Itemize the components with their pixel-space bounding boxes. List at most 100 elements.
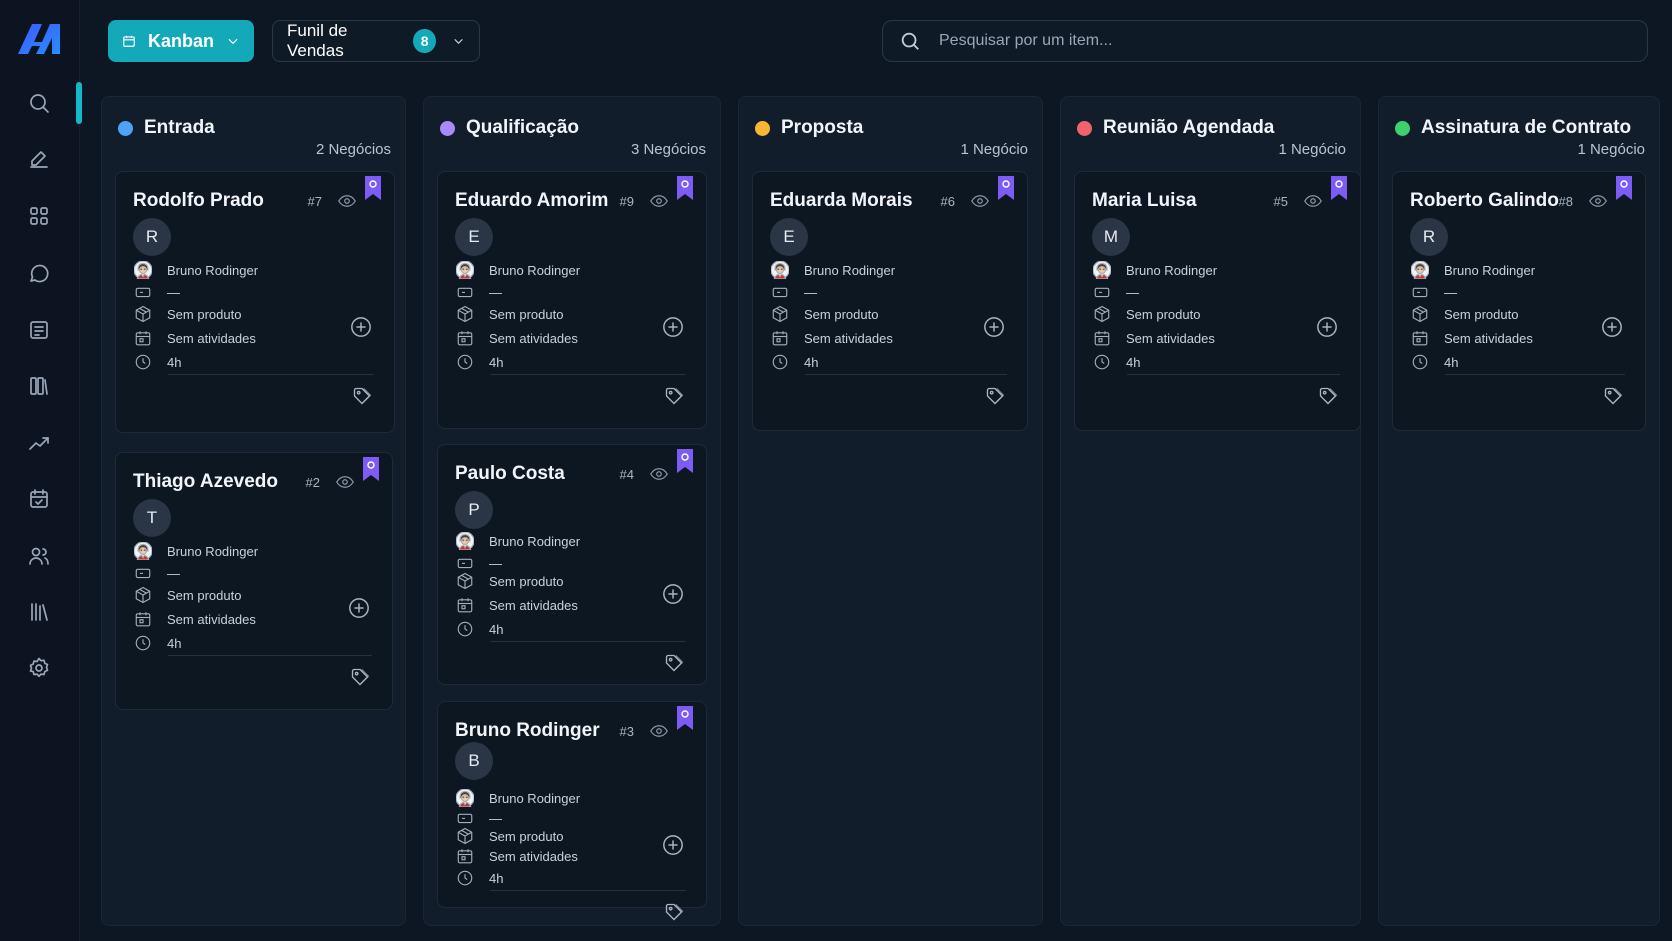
- product-text: Sem produto: [489, 573, 564, 589]
- trend-icon[interactable]: [24, 428, 54, 458]
- tag-icon[interactable]: [664, 386, 684, 406]
- deal-name[interactable]: Maria Luisa: [1092, 190, 1197, 212]
- card-icon: [455, 808, 475, 828]
- tag-icon[interactable]: [350, 667, 370, 687]
- bookmark-icon[interactable]: [676, 449, 694, 473]
- search-input[interactable]: [939, 32, 1589, 50]
- value-text: —: [489, 810, 502, 826]
- avatar: P: [455, 491, 493, 529]
- deal-name[interactable]: Eduardo Amorim: [455, 190, 608, 212]
- product-text: Sem produto: [489, 828, 564, 844]
- time-row: 4h: [455, 868, 503, 888]
- eye-icon[interactable]: [338, 194, 356, 208]
- deal-name[interactable]: Bruno Rodinger: [455, 720, 600, 742]
- eye-icon[interactable]: [971, 194, 989, 208]
- column-title: Proposta: [781, 117, 864, 138]
- settings-icon[interactable]: [24, 653, 54, 683]
- column-title: Reunião Agendada: [1103, 117, 1275, 138]
- time-row: 4h: [770, 352, 818, 372]
- activities-row: Sem atividades: [133, 328, 256, 348]
- tag-icon[interactable]: [664, 902, 684, 922]
- add-activity-button[interactable]: [348, 597, 370, 619]
- deal-name[interactable]: Eduarda Morais: [770, 190, 913, 212]
- calendar-icon: [455, 846, 475, 866]
- deal-card[interactable]: Eduardo Amorim #9 E Bruno Rodinger — Sem…: [437, 171, 707, 429]
- user-avatar-icon: [770, 260, 790, 280]
- library-icon[interactable]: [24, 597, 54, 627]
- edit-icon[interactable]: [24, 144, 54, 174]
- eye-icon[interactable]: [650, 467, 668, 481]
- owner-name: Bruno Rodinger: [167, 262, 259, 278]
- user-avatar-icon: [1410, 260, 1430, 280]
- add-activity-button[interactable]: [1316, 316, 1338, 338]
- deal-card[interactable]: Maria Luisa #5 M Bruno Rodinger — Sem pr…: [1074, 171, 1361, 431]
- avatar: T: [133, 499, 171, 537]
- notes-icon[interactable]: [24, 315, 54, 345]
- tag-icon[interactable]: [1318, 386, 1338, 406]
- add-activity-button[interactable]: [983, 316, 1005, 338]
- tag-icon[interactable]: [664, 653, 684, 673]
- deal-name[interactable]: Thiago Azevedo: [133, 471, 278, 493]
- deal-card[interactable]: Rodolfo Prado #7 R Bruno Rodinger — Sem …: [115, 171, 395, 433]
- deal-name[interactable]: Rodolfo Prado: [133, 190, 264, 212]
- tag-icon[interactable]: [1603, 386, 1623, 406]
- activities-row: Sem atividades: [1092, 328, 1215, 348]
- divider: [168, 374, 374, 375]
- add-activity-button[interactable]: [662, 834, 684, 856]
- eye-icon[interactable]: [650, 724, 668, 738]
- value-row: —: [455, 282, 502, 302]
- deal-card[interactable]: Bruno Rodinger #3 B Bruno Rodinger — Sem…: [437, 701, 707, 921]
- deal-name[interactable]: Roberto Galindo: [1410, 190, 1559, 212]
- time-text: 4h: [1444, 354, 1459, 370]
- bookmark-icon[interactable]: [362, 457, 380, 481]
- deal-card[interactable]: Paulo Costa #4 P Bruno Rodinger — Sem pr…: [437, 444, 707, 685]
- divider: [805, 374, 1007, 375]
- bookmark-icon[interactable]: [1615, 176, 1633, 200]
- add-activity-button[interactable]: [662, 316, 684, 338]
- bookmark-icon[interactable]: [1330, 176, 1348, 200]
- box-icon: [770, 304, 790, 324]
- app-logo[interactable]: [16, 20, 66, 56]
- activities-row: Sem atividades: [770, 328, 893, 348]
- bookmark-icon[interactable]: [997, 176, 1015, 200]
- deal-card[interactable]: Roberto Galindo #8 R Bruno Rodinger — Se…: [1392, 171, 1646, 431]
- eye-icon[interactable]: [336, 475, 354, 489]
- value-text: —: [489, 555, 502, 571]
- bookmark-icon[interactable]: [364, 176, 382, 200]
- calendar-icon: [133, 328, 153, 348]
- box-icon: [1092, 304, 1112, 324]
- books-icon[interactable]: [24, 371, 54, 401]
- avatar: R: [133, 218, 171, 256]
- owner-row: Bruno Rodinger: [455, 531, 580, 551]
- chat-icon[interactable]: [24, 258, 54, 288]
- eye-icon[interactable]: [1589, 194, 1607, 208]
- tag-icon[interactable]: [985, 386, 1005, 406]
- tag-icon[interactable]: [352, 386, 372, 406]
- eye-icon[interactable]: [1304, 194, 1322, 208]
- time-text: 4h: [489, 870, 504, 886]
- user-avatar-icon: [455, 531, 475, 551]
- add-activity-button[interactable]: [1601, 316, 1623, 338]
- product-text: Sem produto: [489, 306, 564, 322]
- user-avatar-icon: [133, 541, 153, 561]
- divider: [1445, 374, 1625, 375]
- time-text: 4h: [1126, 354, 1141, 370]
- funnel-select[interactable]: Funil de Vendas 8: [272, 20, 480, 62]
- calendar-icon: [123, 35, 135, 47]
- view-kanban-button[interactable]: Kanban: [108, 20, 254, 62]
- funnel-label: Funil de Vendas: [287, 21, 348, 60]
- eye-icon[interactable]: [650, 194, 668, 208]
- add-activity-button[interactable]: [662, 583, 684, 605]
- calendar-icon[interactable]: [24, 484, 54, 514]
- search-icon[interactable]: [24, 88, 54, 118]
- users-icon[interactable]: [24, 541, 54, 571]
- deal-card[interactable]: Thiago Azevedo #2 T Bruno Rodinger — Sem…: [115, 452, 393, 710]
- grid-icon[interactable]: [24, 201, 54, 231]
- time-row: 4h: [133, 352, 181, 372]
- bookmark-icon[interactable]: [676, 706, 694, 730]
- add-activity-button[interactable]: [350, 316, 372, 338]
- deal-name[interactable]: Paulo Costa: [455, 463, 565, 485]
- value-text: —: [1126, 284, 1139, 300]
- deal-card[interactable]: Eduarda Morais #6 E Bruno Rodinger — Sem…: [752, 171, 1028, 431]
- bookmark-icon[interactable]: [676, 176, 694, 200]
